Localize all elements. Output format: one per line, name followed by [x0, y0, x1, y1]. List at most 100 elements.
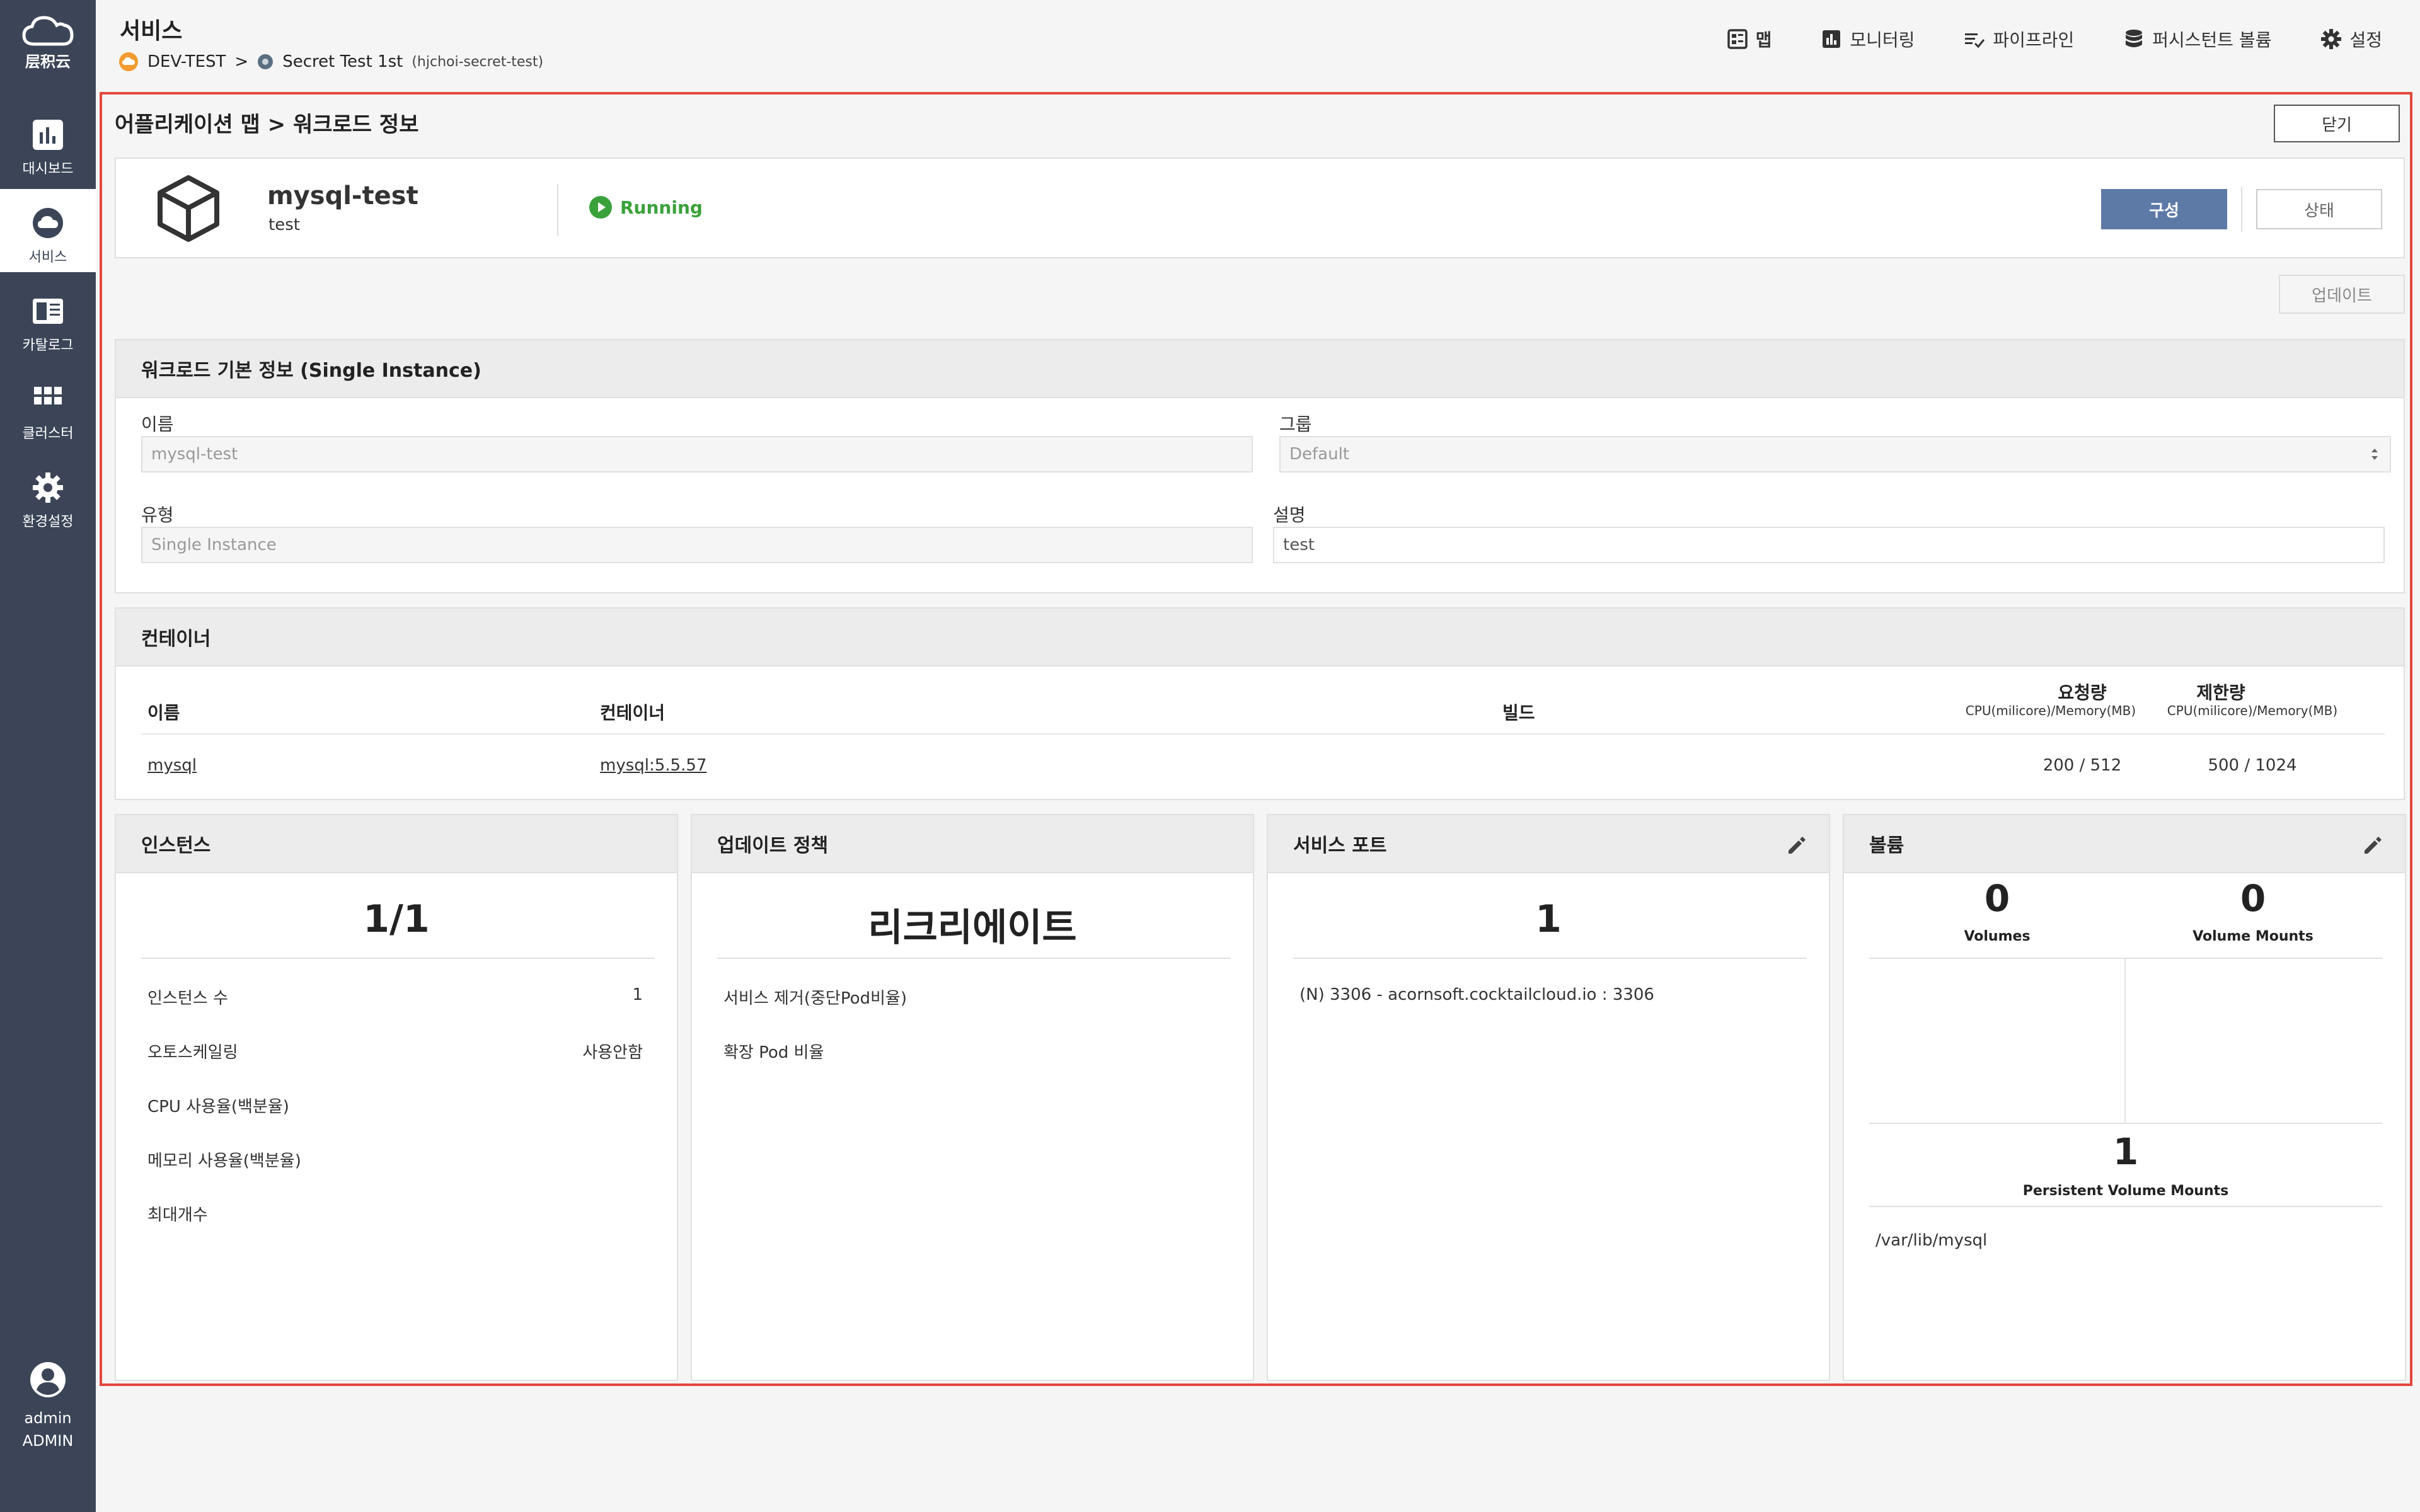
col-limit-unit: CPU(milicore)/Memory(MB)	[2167, 703, 2338, 718]
sidebar-item-label: 대시보드	[22, 161, 74, 177]
cloud-icon	[33, 208, 63, 238]
nav-persistent-volume[interactable]: 퍼시스턴트 볼륨	[2123, 26, 2271, 52]
dashboard-icon	[33, 120, 63, 150]
nav-pipeline[interactable]: 파이프라인	[1964, 26, 2074, 52]
volume-path: /var/lib/mysql	[1876, 1231, 1988, 1250]
cpu-usage-label: CPU 사용율(백분율)	[147, 1097, 289, 1116]
instance-count-value: 1	[632, 985, 643, 1004]
pencil-icon[interactable]	[1785, 834, 1807, 857]
group-select[interactable]: Default	[1279, 436, 2391, 472]
nav-map[interactable]: 맵	[1727, 26, 1772, 52]
nav-label: 설정	[2349, 30, 2382, 50]
breadcrumb: DEV-TEST > Secret Test 1st (hjchoi-secre…	[118, 52, 543, 72]
pv-mounts-count: 1	[2112, 1130, 2139, 1173]
container-image-link[interactable]: mysql:5.5.57	[600, 756, 706, 775]
volume-mounts-count: 0	[2240, 877, 2266, 920]
update-button[interactable]: 업데이트	[2279, 275, 2405, 314]
volumes-label: Volumes	[1964, 929, 2031, 944]
cloud-orange-icon	[119, 52, 138, 71]
divider	[141, 958, 654, 959]
chart-icon	[1823, 30, 1841, 48]
volumes-title: 볼륨	[1844, 815, 2405, 873]
nav-monitoring[interactable]: 모니터링	[1821, 26, 1915, 52]
basic-info-card: 워크로드 기본 정보 (Single Instance) 이름 그룹 Defau…	[115, 339, 2405, 593]
container-request: 200 / 512	[2043, 756, 2122, 775]
col-build: 빌드	[1502, 702, 1535, 723]
instances-card: 인스턴스 1/1 인스턴스 수 1 오토스케일링 사용안함 CPU 사용율(백분…	[115, 814, 678, 1381]
user-role: ADMIN	[22, 1432, 74, 1450]
container-name-link[interactable]: mysql	[147, 756, 197, 775]
update-policy-card: 업데이트 정책 리크리에이트 서비스 제거(중단Pod비율) 확장 Pod 비율	[691, 814, 1254, 1381]
desc-label: 설명	[1273, 505, 1306, 525]
instance-count-label: 인스턴스 수	[147, 989, 228, 1008]
nav-label: 퍼시스턴트 볼륨	[2152, 30, 2272, 50]
container-limit: 500 / 1024	[2208, 756, 2297, 775]
cluster-icon	[34, 387, 62, 404]
logo-text: 层积云	[25, 53, 71, 71]
type-label: 유형	[141, 505, 174, 525]
basic-info-title: 워크로드 기본 정보 (Single Instance)	[116, 340, 2404, 398]
catalog-icon	[33, 299, 63, 324]
sidebar-item-label: 환경설정	[22, 514, 74, 530]
gear-icon	[33, 472, 63, 503]
breadcrumb-separator: >	[234, 52, 249, 71]
workload-name: mysql-test	[267, 181, 418, 210]
divider	[1869, 1206, 2382, 1207]
description-field[interactable]	[1273, 527, 2385, 563]
service-ports-title: 서비스 포트	[1268, 815, 1829, 873]
nav-settings[interactable]: 설정	[2320, 26, 2382, 52]
sidebar-item-dashboard[interactable]: 대시보드	[0, 101, 96, 184]
service-ports-value: 1	[1535, 897, 1562, 941]
update-policy-title: 업데이트 정책	[692, 815, 1253, 873]
type-field[interactable]	[141, 527, 1253, 563]
containers-title: 컨테이너	[116, 609, 2404, 667]
nav-label: 모니터링	[1850, 30, 1915, 50]
close-button[interactable]: 닫기	[2274, 105, 2400, 142]
sidebar-item-service[interactable]: 서비스	[0, 189, 96, 272]
col-request: 요청량	[2058, 682, 2107, 703]
divider	[1293, 958, 1806, 959]
sidebar-item-label: 서비스	[28, 249, 67, 265]
logo[interactable]: 层积云	[0, 14, 96, 83]
containers-card: 컨테이너 이름 컨테이너 빌드 요청량 CPU(milicore)/Memory…	[115, 607, 2405, 800]
state-button[interactable]: 상태	[2256, 189, 2382, 229]
name-field[interactable]	[141, 436, 1253, 472]
instances-value: 1/1	[363, 897, 430, 941]
status-text: Running	[620, 197, 703, 218]
config-button[interactable]: 구성	[2101, 189, 2227, 229]
sidebar: 层积云 대시보드 서비스 카탈로그 클러스터 환경설정 admin ADMIN	[0, 0, 96, 1512]
sidebar-item-label: 클러스터	[22, 426, 74, 442]
pipeline-icon	[1965, 33, 1985, 49]
col-request-unit: CPU(milicore)/Memory(MB)	[1965, 703, 2136, 718]
workload-group: test	[268, 215, 300, 234]
sidebar-item-settings[interactable]: 환경설정	[0, 454, 96, 537]
col-container: 컨테이너	[600, 702, 666, 723]
database-icon	[2126, 30, 2143, 47]
status-badge: Running	[589, 195, 703, 219]
max-count-label: 최대개수	[147, 1206, 208, 1225]
max-surge-label: 확장 Pod 비율	[723, 1043, 824, 1062]
memory-usage-label: 메모리 사용율(백분율)	[147, 1152, 301, 1171]
sidebar-item-catalog[interactable]: 카탈로그	[0, 277, 96, 360]
volumes-title-text: 볼륨	[1869, 835, 1904, 857]
instances-title: 인스턴스	[116, 815, 677, 873]
user-menu[interactable]: admin ADMIN	[0, 1361, 96, 1453]
panel-title: 어플리케이션 맵 > 워크로드 정보	[115, 112, 419, 137]
service-ports-title-text: 서비스 포트	[1293, 835, 1387, 857]
nav-label: 맵	[1755, 30, 1772, 50]
breadcrumb-env[interactable]: DEV-TEST	[147, 52, 226, 71]
volumes-card: 볼륨 0 Volumes 0 Volume Mounts 1 Persisten…	[1843, 814, 2406, 1381]
pencil-icon[interactable]	[2361, 834, 2383, 857]
col-limit: 제한량	[2196, 682, 2245, 703]
top-nav: 맵 모니터링 파이프라인 퍼시스턴트 볼륨 설정	[1727, 26, 2382, 52]
service-ports-card: 서비스 포트 1 (N) 3306 - acornsoft.cocktailcl…	[1267, 814, 1830, 1381]
page-title: 서비스	[120, 18, 183, 44]
group-label: 그룹	[1279, 414, 1312, 435]
play-circle-icon	[589, 196, 612, 219]
sidebar-item-cluster[interactable]: 클러스터	[0, 365, 96, 449]
select-arrow-icon	[2371, 449, 2378, 460]
gear-icon	[2321, 29, 2342, 49]
divider	[717, 958, 1230, 959]
avatar	[30, 1362, 66, 1397]
breadcrumb-service[interactable]: Secret Test 1st	[282, 52, 403, 71]
